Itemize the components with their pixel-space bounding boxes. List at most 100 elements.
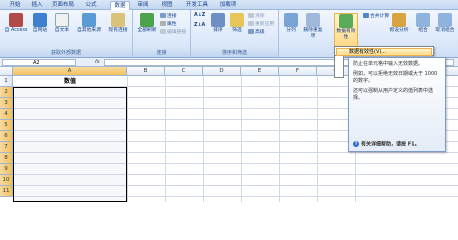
group-icon: [416, 13, 430, 27]
row-header-10[interactable]: 10: [0, 175, 13, 186]
tab-home[interactable]: 开始: [4, 1, 26, 10]
from-text-button[interactable]: 自文本: [52, 13, 72, 34]
group-label-external: 获取外部数据: [0, 49, 132, 57]
filter-button[interactable]: 筛选: [229, 13, 245, 34]
from-text-label: 自文本: [54, 28, 70, 33]
row-header-6[interactable]: 6: [0, 131, 13, 142]
cell-a1[interactable]: 数值: [13, 76, 127, 87]
existing-connections-button[interactable]: 现有连接: [106, 13, 130, 34]
reapply-button[interactable]: 重新应用: [248, 21, 274, 28]
other-sources-icon: [82, 13, 96, 27]
menu-item-data-validation[interactable]: 数据有效性(V)...: [336, 48, 432, 56]
from-web-button[interactable]: 自网站: [30, 13, 50, 34]
refresh-all-button[interactable]: 全部刷新: [136, 13, 158, 34]
row-header-4[interactable]: 4: [0, 109, 13, 120]
row-header-7[interactable]: 7: [0, 142, 13, 153]
tab-developer[interactable]: 开发工具: [182, 1, 212, 10]
connections-button[interactable]: 连接: [160, 13, 177, 20]
clear-icon: [248, 13, 254, 18]
group-label-sort-filter: 排序和筛选: [191, 49, 278, 57]
filter-label: 筛选: [232, 28, 242, 33]
sort-button[interactable]: 排序: [209, 13, 227, 34]
row-header-5[interactable]: 5: [0, 120, 13, 131]
reapply-label: 重新应用: [255, 22, 275, 27]
ungroup-label: 取消组合: [435, 28, 455, 33]
properties-icon: [160, 21, 166, 26]
properties-button[interactable]: 属性: [160, 21, 177, 28]
remove-duplicates-button[interactable]: 删除重复项: [302, 13, 324, 40]
gridline: [279, 76, 280, 202]
ungroup-button[interactable]: 取消组合: [434, 13, 456, 34]
column-header-d[interactable]: D: [203, 67, 241, 76]
tooltip-help: ? 有关详细帮助，请按 F1。: [353, 140, 420, 149]
column-header-e[interactable]: E: [241, 67, 279, 76]
row-header-8[interactable]: 8: [0, 153, 13, 164]
group-label-connections: 连接: [133, 49, 190, 57]
data-validation-icon: [339, 14, 353, 28]
reapply-icon: [248, 21, 254, 26]
from-access-label: 自 Access: [4, 28, 28, 33]
data-validation-label: 数据有效性: [336, 29, 356, 40]
group-get-external-data: 自 Access 自网站 自文本 自其他来源 现有连接 获取外部数据: [0, 10, 133, 58]
column-header-c[interactable]: C: [165, 67, 203, 76]
sort-za-icon[interactable]: Z↓A: [194, 23, 205, 29]
row-header-3[interactable]: 3: [0, 98, 13, 109]
group-connections: 全部刷新 连接 属性 编辑链接 连接: [133, 10, 191, 58]
row-header-2[interactable]: 2: [0, 87, 13, 98]
tooltip-text-2: 例如，可以拒绝无效日期或大于 1000 的数字。: [353, 71, 438, 84]
row-header-11[interactable]: 11: [0, 186, 13, 197]
gridline: [203, 76, 204, 202]
row-header-1[interactable]: 1: [0, 76, 13, 87]
advanced-button[interactable]: 高级: [248, 29, 265, 36]
select-all-corner[interactable]: [0, 67, 13, 76]
sort-az-icon[interactable]: A↓Z: [194, 13, 205, 19]
consolidate-icon: [363, 13, 369, 18]
tab-formulas[interactable]: 公式: [82, 1, 100, 10]
row-header-9[interactable]: 9: [0, 164, 13, 175]
refresh-all-label: 全部刷新: [137, 28, 157, 33]
column-header-b[interactable]: B: [127, 67, 165, 76]
tab-addins[interactable]: 加载项: [216, 1, 240, 10]
refresh-icon: [140, 13, 154, 27]
tab-review[interactable]: 审阅: [134, 1, 152, 10]
text-file-icon: [55, 13, 69, 27]
data-validation-button[interactable]: 数据有效性: [334, 13, 358, 47]
help-icon: ?: [353, 140, 359, 147]
gridline: [127, 76, 128, 202]
group-label: 组合: [418, 28, 428, 33]
from-other-sources-button[interactable]: 自其他来源: [74, 13, 104, 34]
group-button[interactable]: 组合: [415, 13, 431, 34]
tooltip-help-text: 有关详细帮助，请按 F1。: [361, 141, 420, 147]
link-icon: [160, 13, 166, 18]
from-access-button[interactable]: 自 Access: [4, 13, 28, 34]
from-other-sources-label: 自其他来源: [77, 28, 101, 33]
access-icon: [9, 13, 23, 27]
edit-links-button[interactable]: 编辑链接: [160, 29, 186, 36]
tab-data[interactable]: 数据: [110, 1, 130, 10]
fx-icon[interactable]: fx: [95, 59, 100, 65]
filter-icon: [230, 13, 244, 27]
gridline: [165, 76, 166, 202]
edit-links-label: 编辑链接: [167, 30, 187, 35]
tooltip: 防止在单元格中输入无效数据。 例如，可以拒绝无效日期或大于 1000 的数字。 …: [348, 57, 446, 152]
column-header-a[interactable]: A: [13, 67, 127, 76]
tab-view[interactable]: 视图: [158, 1, 176, 10]
tab-page-layout[interactable]: 页面布局: [48, 1, 78, 10]
what-if-analysis-button[interactable]: 假设分析: [387, 13, 411, 34]
tooltip-text-3: 还可以强制从用户定义的值列表中选择。: [353, 88, 434, 101]
name-box[interactable]: A2: [2, 59, 76, 66]
column-header-f[interactable]: F: [279, 67, 317, 76]
connections-label: 连接: [167, 14, 177, 19]
web-icon: [33, 13, 47, 27]
text-to-columns-button[interactable]: 分列: [282, 13, 300, 34]
remove-duplicates-icon: [306, 13, 320, 27]
gridline: [317, 76, 318, 202]
clear-button[interactable]: 清除: [248, 13, 265, 20]
tab-insert[interactable]: 插入: [28, 1, 46, 10]
what-if-icon: [392, 13, 406, 27]
what-if-label: 假设分析: [389, 28, 409, 33]
selected-range[interactable]: [13, 87, 127, 202]
sort-icon: [211, 13, 225, 27]
tooltip-text-1: 防止在单元格中输入无效数据。: [353, 61, 424, 67]
consolidate-button[interactable]: 合并计算: [363, 13, 389, 20]
